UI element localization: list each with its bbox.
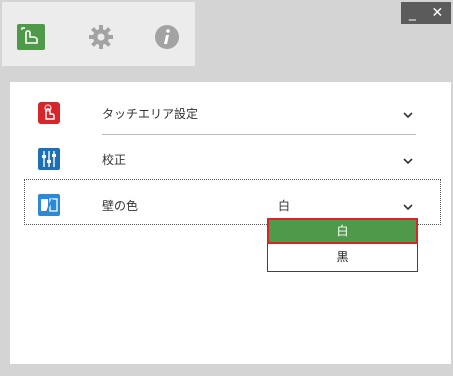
wall-color-dropdown[interactable]: 白 黒: [267, 218, 418, 272]
chevron-down-icon[interactable]: [403, 138, 413, 182]
info-icon[interactable]: [152, 22, 182, 52]
calibration-icon: [38, 148, 60, 170]
settings-row-label: 校正: [102, 153, 127, 167]
app-window: _ ✕ タッチエリア設定 校正 壁の色 白 白 黒: [0, 0, 453, 376]
toolbar: [2, 2, 195, 66]
row-divider: [102, 134, 416, 135]
minimize-button[interactable]: _: [409, 2, 416, 24]
dropdown-option-white[interactable]: 白: [267, 218, 418, 244]
settings-row-calibration[interactable]: 校正: [10, 138, 451, 182]
gear-icon[interactable]: [86, 22, 116, 52]
touch-settings-icon[interactable]: [16, 22, 46, 52]
settings-row-touch-area[interactable]: タッチエリア設定: [10, 92, 451, 136]
settings-row-label: タッチエリア設定: [102, 107, 199, 121]
chevron-down-icon[interactable]: [403, 92, 413, 136]
close-button[interactable]: ✕: [431, 2, 443, 24]
dropdown-option-black[interactable]: 黒: [268, 245, 417, 269]
window-controls: _ ✕: [401, 2, 451, 24]
touch-area-icon: [38, 102, 60, 124]
